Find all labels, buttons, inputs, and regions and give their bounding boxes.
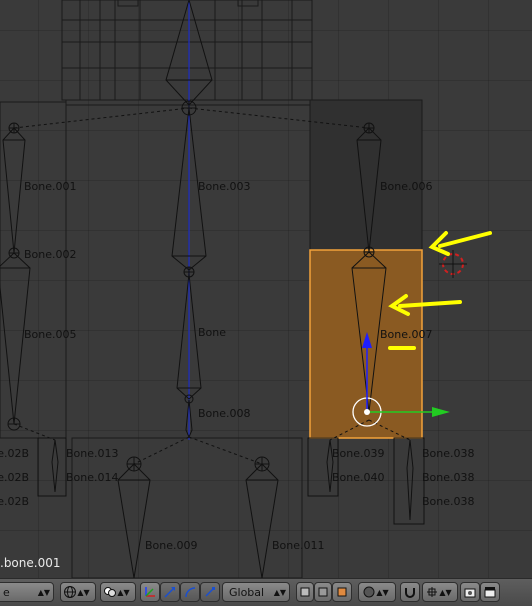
bone-label-002: Bone.002 xyxy=(24,248,77,261)
camera-icon xyxy=(464,588,476,598)
translate-manipulator-button[interactable] xyxy=(160,582,180,602)
bone-label-stack-left: Bone.02B xyxy=(0,447,30,460)
render-animation-button[interactable] xyxy=(480,582,500,602)
rotate-icon xyxy=(185,587,196,598)
rotate-manipulator-button[interactable] xyxy=(180,582,200,602)
armature-canvas xyxy=(0,0,492,578)
bone-label-stack-left: Bone.02B xyxy=(0,471,30,484)
bone-label-003: Bone.003 xyxy=(198,180,251,193)
viewport-header: e ▲▼ ▲▼ ▲▼ Global ▲▼ ▲▼ ▲▼ xyxy=(0,578,532,606)
magnet-icon xyxy=(405,588,415,598)
bone-shape-038 xyxy=(406,439,414,521)
pivot-dropdown[interactable]: ▲▼ xyxy=(100,582,136,602)
arrow-icon xyxy=(164,587,175,598)
circle-icon xyxy=(363,586,375,598)
dropdown-arrows-icon: ▲▼ xyxy=(117,587,130,597)
bone-label-014: Bone.014 xyxy=(66,471,119,484)
dropdown-arrows-icon: ▲▼ xyxy=(439,587,452,597)
render-still-button[interactable] xyxy=(460,582,480,602)
snap-grid-icon xyxy=(427,587,438,597)
bone-label-040: Bone.040 xyxy=(332,471,385,484)
cube-icon xyxy=(300,587,310,597)
bone-label-039: Bone.039 xyxy=(332,447,385,460)
bone-label-005: Bone.005 xyxy=(24,328,77,341)
bone-label-008: Bone.008 xyxy=(198,407,251,420)
cube-icon xyxy=(337,587,347,597)
bone-shape-013 xyxy=(51,439,59,493)
rig-cage xyxy=(61,0,313,101)
proportional-edit-dropdown[interactable]: ▲▼ xyxy=(358,582,396,602)
clapperboard-icon xyxy=(484,587,496,598)
bone-label-stack-right: Bone.038 xyxy=(422,471,475,484)
bone-label-007: Bone.007 xyxy=(380,328,433,341)
select-mode-face-button[interactable] xyxy=(332,582,352,602)
bone-label-stack-left: Bone.02B xyxy=(0,495,30,508)
manipulator-toggle[interactable] xyxy=(140,582,160,602)
select-mode-edge-button[interactable] xyxy=(314,582,332,602)
cube-icon xyxy=(318,587,328,597)
globe-icon xyxy=(64,586,77,598)
3d-viewport[interactable]: Bone.001 Bone.002 Bone.003 Bone Bone.005… xyxy=(0,0,532,578)
snap-element-dropdown[interactable]: ▲▼ xyxy=(422,582,458,602)
bone-label-013: Bone.013 xyxy=(66,447,119,460)
bone-label-006: Bone.006 xyxy=(380,180,433,193)
scale-manipulator-button[interactable] xyxy=(200,582,220,602)
bone-label-main: Bone xyxy=(198,326,227,339)
bone-label-001: Bone.001 xyxy=(24,180,77,193)
bone-label-stack-right: Bone.038 xyxy=(422,495,475,508)
bone-label-011: Bone.011 xyxy=(272,539,325,552)
mode-dropdown[interactable]: e ▲▼ xyxy=(0,582,54,602)
pivot-icon xyxy=(104,587,117,597)
bone-shape-001 xyxy=(2,127,26,254)
3d-cursor xyxy=(439,250,467,278)
bone-shape-011 xyxy=(245,463,279,578)
select-mode-vertex-button[interactable] xyxy=(296,582,314,602)
dropdown-arrows-icon: ▲▼ xyxy=(273,587,286,597)
bone-label-009: Bone.009 xyxy=(145,539,198,552)
scale-icon xyxy=(205,587,215,597)
transform-orientation-label: Global xyxy=(229,585,265,599)
bone-shape-009 xyxy=(117,463,151,578)
dropdown-arrows-icon: ▲▼ xyxy=(376,587,389,597)
dropdown-arrows-icon: ▲▼ xyxy=(37,587,50,597)
viewport-shading-dropdown[interactable]: ▲▼ xyxy=(60,582,96,602)
mode-dropdown-label: e xyxy=(3,585,10,599)
bone-label-stack-right: Bone.038 xyxy=(422,447,475,460)
active-object-name: .bone.001 xyxy=(0,556,61,570)
transform-orientation-dropdown[interactable]: Global ▲▼ xyxy=(222,582,290,602)
manipulator-axes-icon xyxy=(145,587,155,597)
dropdown-arrows-icon: ▲▼ xyxy=(77,587,90,597)
snap-toggle-button[interactable] xyxy=(400,582,420,602)
